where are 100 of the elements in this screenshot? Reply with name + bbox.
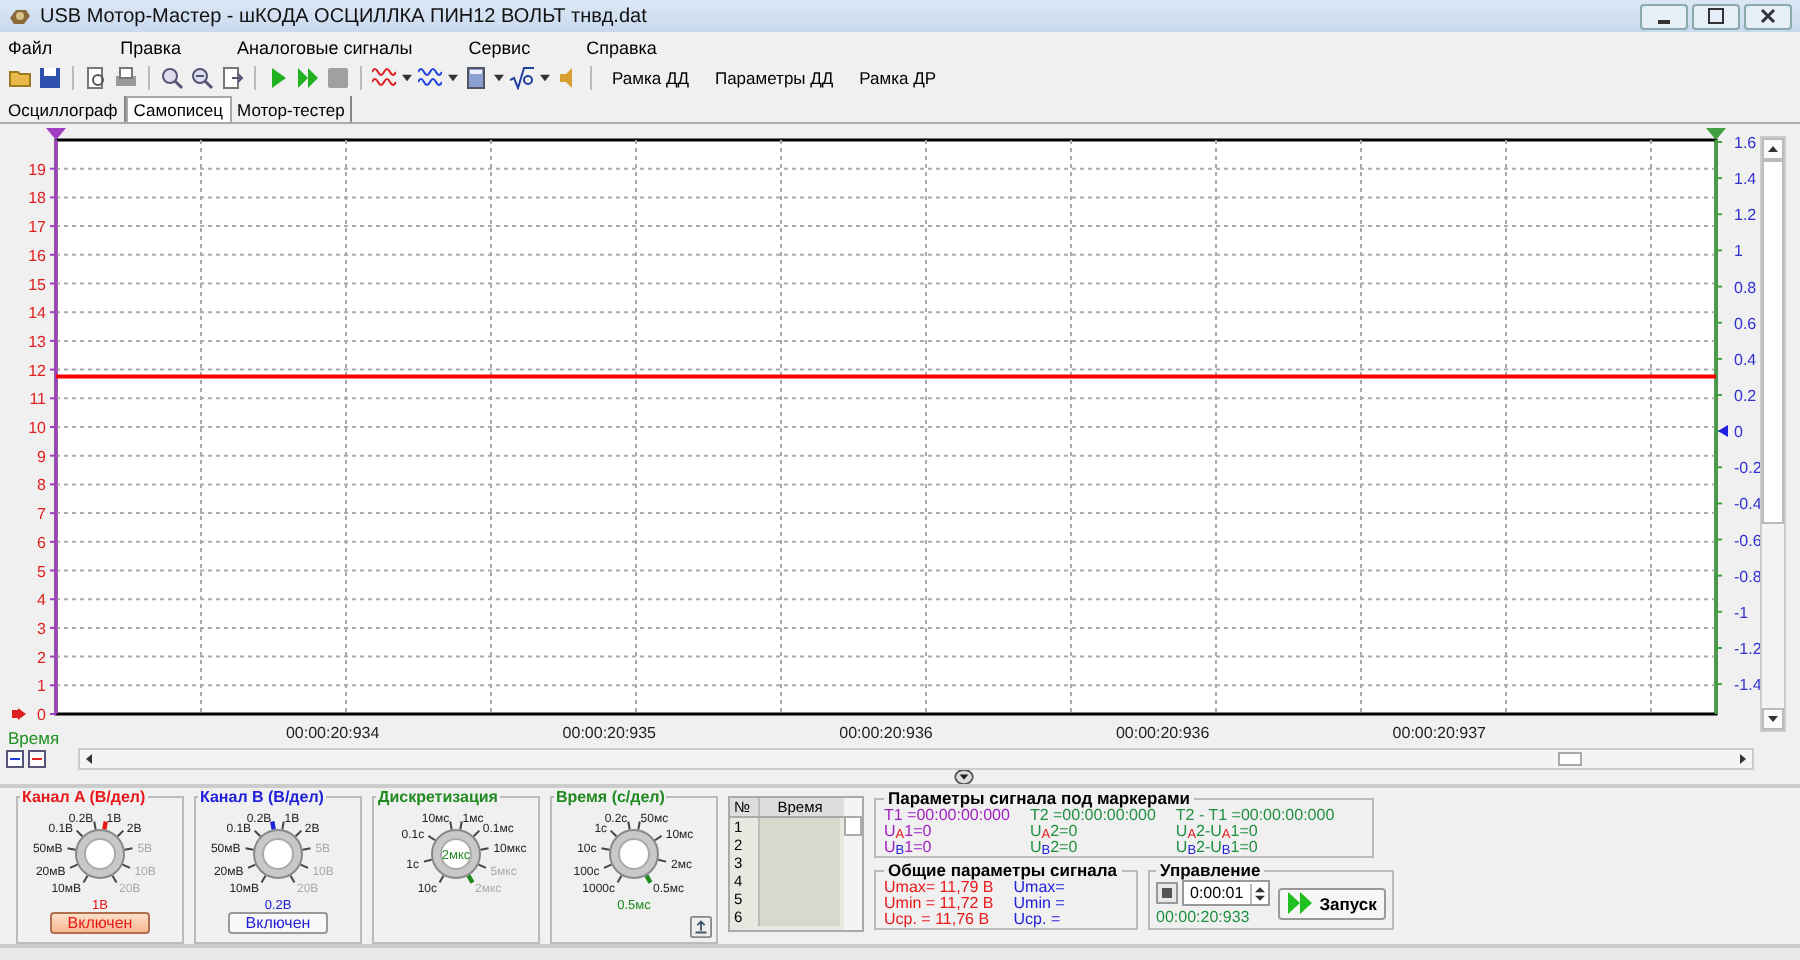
marker-icon[interactable]: [1706, 128, 1726, 140]
menu-item[interactable]: Файл: [8, 37, 53, 57]
parameter-text: Umin = 11,72 В: [884, 896, 994, 912]
wave-icon[interactable]: [418, 66, 442, 90]
parameter-text: U$_{A}$2-U$_{A}$1=0: [1175, 824, 1260, 840]
y-tick-label: 19: [28, 160, 46, 179]
toolbar-button[interactable]: Параметры ДД: [704, 68, 844, 88]
group-title: Канал B (В/дел): [198, 788, 326, 806]
dropdown-icon[interactable]: [402, 74, 412, 82]
menu-item[interactable]: Сервис: [468, 37, 531, 57]
printer-icon[interactable]: [114, 66, 138, 90]
dial-knob[interactable]: [609, 829, 659, 879]
y-tick-label: 12: [28, 361, 46, 380]
dropdown-icon[interactable]: [540, 74, 550, 82]
y-tick-label: 7: [37, 505, 46, 524]
menu-item[interactable]: Справка: [586, 37, 657, 57]
menu-item[interactable]: Правка: [120, 37, 182, 57]
y-tick-label: 5: [37, 562, 46, 581]
right-tick-label: 0: [1734, 423, 1743, 442]
zoom-out-icon[interactable]: [190, 66, 214, 90]
table-cell[interactable]: [758, 818, 840, 836]
tab[interactable]: Осциллограф: [2, 96, 126, 122]
marker-icon[interactable]: [12, 708, 26, 720]
calculator-icon[interactable]: [464, 66, 488, 90]
y-tick-label: 9: [37, 447, 46, 466]
wave-icon[interactable]: [372, 66, 396, 90]
tab[interactable]: Самописец: [125, 96, 232, 122]
vertical-scrollbar[interactable]: [1760, 136, 1786, 732]
right-tick-label: -0.6: [1734, 531, 1760, 550]
right-tick-label: -1.2: [1734, 639, 1760, 658]
x-tick-label: 00:00:20:936: [839, 724, 933, 742]
right-tick-label: 1: [1734, 242, 1743, 261]
toolbar-button[interactable]: Рамка ДР: [849, 68, 947, 88]
scroll-down-icon[interactable]: [1762, 708, 1784, 730]
stop-icon: [1162, 888, 1172, 898]
y-tick-label: 8: [37, 476, 46, 495]
right-tick-label: -0.2: [1734, 459, 1760, 478]
parameter-text: U$_{A}$1=0: [884, 824, 934, 840]
y-tick-label: 15: [28, 275, 46, 294]
dropdown-icon[interactable]: [448, 74, 458, 82]
parameter-text: Uср. =: [1013, 912, 1063, 928]
dial-knob[interactable]: [75, 829, 125, 879]
marker-icon[interactable]: [46, 128, 66, 140]
close-button[interactable]: [1744, 3, 1792, 29]
interval-field[interactable]: 0:00:01: [1182, 880, 1270, 906]
maximize-button[interactable]: [1692, 3, 1740, 29]
group-title: Общие параметры сигнала: [886, 860, 1119, 880]
minimize-button[interactable]: [1640, 3, 1688, 29]
right-tick-label: 0.2: [1734, 387, 1757, 405]
minus-button[interactable]: [6, 750, 24, 768]
minus-button[interactable]: [28, 750, 46, 768]
dial-knob[interactable]: [253, 829, 303, 879]
parameter-text: Umax= 11,79 В: [884, 880, 994, 896]
maximize-icon: [1708, 8, 1724, 24]
close-icon: [1760, 8, 1776, 24]
group-title: Параметры сигнала под маркерами: [886, 788, 1192, 808]
y-tick-label: 18: [28, 189, 46, 208]
table-cell[interactable]: [758, 908, 840, 926]
scrollbar-thumb[interactable]: [1762, 160, 1784, 524]
export-icon[interactable]: [220, 66, 244, 90]
save-icon[interactable]: [38, 66, 62, 90]
menu-item[interactable]: Аналоговые сигналы: [237, 37, 413, 57]
parameter-text: U$_{B}$2-U$_{B}$1=0: [1175, 840, 1260, 856]
y-tick-label: 16: [28, 246, 46, 265]
scrollbar-thumb[interactable]: [1558, 752, 1582, 766]
start-button[interactable]: Запуск: [1277, 887, 1387, 919]
right-tick-label: 0.4: [1734, 350, 1757, 369]
elapsed-time: 00:00:20:933: [1156, 908, 1252, 926]
play-icon[interactable]: [266, 66, 290, 90]
y-tick-label: 17: [28, 218, 46, 237]
parameter-text: Umin =: [1013, 896, 1065, 912]
chart-settings-icon[interactable]: [690, 916, 712, 938]
x-tick-label: 00:00:20:937: [1392, 724, 1487, 742]
page-preview-icon[interactable]: [84, 66, 108, 90]
collapse-icon[interactable]: [954, 770, 974, 784]
fast-forward-icon[interactable]: [296, 66, 320, 90]
dial-knob[interactable]: [431, 829, 481, 879]
y-tick-label: 0: [37, 706, 46, 724]
square-root-icon[interactable]: [510, 66, 534, 90]
y-tick-label: 6: [37, 533, 46, 552]
group-title: Время (с/дел): [554, 788, 667, 806]
folder-icon[interactable]: [8, 66, 32, 90]
y-tick-label: 2: [37, 648, 46, 667]
y-tick-label: 4: [37, 591, 46, 610]
parameter-text: U$_{A}$2=0: [1029, 824, 1080, 840]
right-tick-label: -0.8: [1734, 567, 1760, 586]
spin-arrows-icon[interactable]: [1251, 883, 1268, 903]
y-tick-label: 11: [29, 390, 46, 409]
horizontal-scrollbar[interactable]: [78, 748, 1754, 770]
app-icon: [8, 6, 32, 26]
right-tick-label: 0.8: [1734, 278, 1757, 297]
vertical-scrollbar[interactable]: [844, 798, 862, 930]
channel-toggle-button[interactable]: Включен: [228, 912, 328, 934]
zoom-in-icon[interactable]: [160, 66, 184, 90]
toolbar-button[interactable]: Рамка ДД: [602, 68, 699, 88]
dropdown-icon[interactable]: [494, 74, 504, 82]
stop-button[interactable]: [1156, 882, 1178, 904]
right-tick-label: 1.6: [1734, 134, 1757, 152]
right-tick-label: 0.6: [1734, 314, 1757, 333]
scroll-up-icon[interactable]: [1762, 138, 1784, 160]
